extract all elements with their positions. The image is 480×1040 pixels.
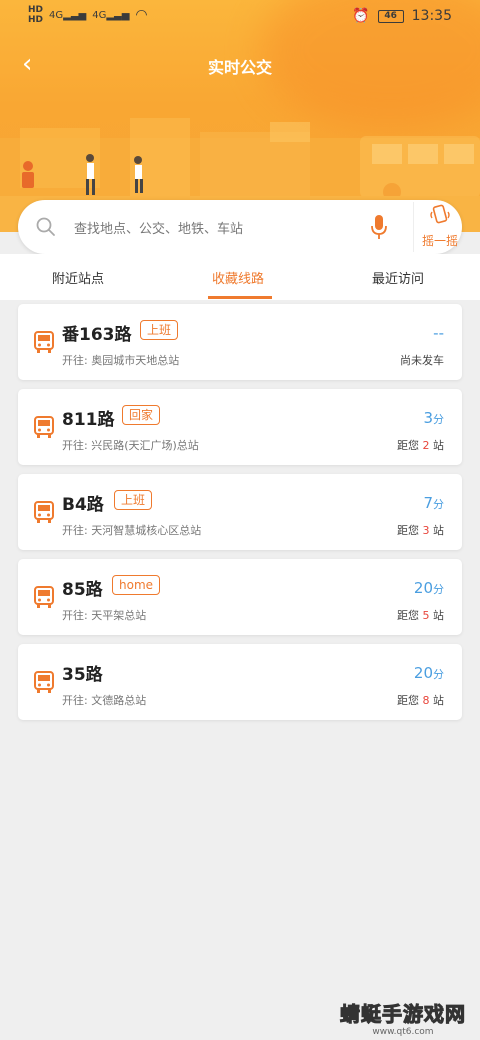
route-eta: 7分 — [423, 494, 444, 512]
route-tag: home — [112, 575, 161, 595]
bus-icon — [34, 501, 54, 523]
route-card[interactable]: 811路 回家 开往: 兴民路(天汇广场)总站 3分 距您 2 站 — [18, 389, 462, 465]
route-card[interactable]: 35路 开往: 文德路总站 20分 距您 8 站 — [18, 644, 462, 720]
route-stops-away: 距您 8 站 — [397, 694, 444, 707]
route-card[interactable]: 番163路 上班 开往: 奥园城市天地总站 -- 尚未发车 — [18, 304, 462, 380]
watermark: 蜻蜓手游戏网 www.qt6.com — [338, 998, 468, 1038]
signal-icon: 4G▂▃▅ — [49, 9, 87, 21]
route-stops-away: 距您 3 站 — [397, 524, 444, 537]
shake-phone-icon — [430, 204, 450, 224]
microphone-icon[interactable] — [370, 214, 388, 240]
shake-button[interactable]: 摇一摇 — [418, 204, 462, 250]
nav-bar: ‹ 实时公交 — [0, 50, 480, 82]
route-destination: 开往: 奥园城市天地总站 — [62, 354, 180, 367]
route-name: B4路 — [62, 495, 104, 515]
route-eta: -- — [433, 324, 444, 342]
tab-bar: 附近站点 收藏线路 最近访问 — [0, 254, 480, 300]
route-destination: 开往: 文德路总站 — [62, 694, 147, 707]
status-bar: HD HD 4G▂▃▅ 4G▂▃▅ ◠ ⏰ 46 13:35 — [0, 0, 480, 34]
route-destination: 开往: 兴民路(天汇广场)总站 — [62, 439, 199, 452]
route-name: 85路 — [62, 580, 103, 600]
hd-icon: HD HD — [28, 5, 44, 25]
route-name: 811路 — [62, 410, 115, 430]
bus-icon — [34, 671, 54, 693]
tab-favorite-routes[interactable]: 收藏线路 — [212, 268, 264, 287]
tab-recent-visits[interactable]: 最近访问 — [372, 268, 424, 287]
route-destination: 开往: 天河智慧城核心区总站 — [62, 524, 202, 537]
route-eta: 20分 — [413, 664, 444, 682]
alarm-icon: ⏰ — [352, 8, 370, 24]
search-input[interactable]: 查找地点、公交、地铁、车站 — [74, 218, 243, 237]
battery-icon: 46 — [377, 9, 404, 23]
route-name: 番163路 — [62, 325, 132, 345]
route-stops-away: 距您 2 站 — [397, 439, 444, 452]
clock: 13:35 — [411, 8, 452, 24]
route-tag: 上班 — [140, 320, 179, 340]
route-tag: 回家 — [122, 405, 161, 425]
search-icon — [36, 217, 55, 236]
bus-icon — [34, 331, 54, 353]
header-banner — [0, 0, 480, 232]
wifi-icon: ◠ — [135, 7, 148, 23]
route-tag: 上班 — [114, 490, 153, 510]
signal-icon-2: 4G▂▃▅ — [92, 9, 130, 21]
shake-label: 摇一摇 — [421, 234, 458, 248]
route-destination: 开往: 天平架总站 — [62, 609, 147, 622]
route-card[interactable]: 85路 home 开往: 天平架总站 20分 距您 5 站 — [18, 559, 462, 635]
route-stops-away: 距您 5 站 — [397, 609, 444, 622]
route-status: 尚未发车 — [400, 354, 444, 367]
search-bar[interactable]: 查找地点、公交、地铁、车站 摇一摇 — [18, 200, 462, 254]
watermark-title: 蜻蜓手游戏网 — [340, 1002, 466, 1027]
route-eta: 3分 — [423, 409, 444, 427]
page-title: 实时公交 — [207, 58, 272, 77]
route-card[interactable]: B4路 上班 开往: 天河智慧城核心区总站 7分 距您 3 站 — [18, 474, 462, 550]
tab-nearby-stations[interactable]: 附近站点 — [52, 268, 104, 287]
watermark-url: www.qt6.com — [372, 1027, 434, 1037]
active-tab-indicator — [208, 296, 272, 299]
bus-icon — [34, 416, 54, 438]
route-name: 35路 — [62, 665, 103, 685]
bus-icon — [34, 586, 54, 608]
route-eta: 20分 — [413, 579, 444, 597]
